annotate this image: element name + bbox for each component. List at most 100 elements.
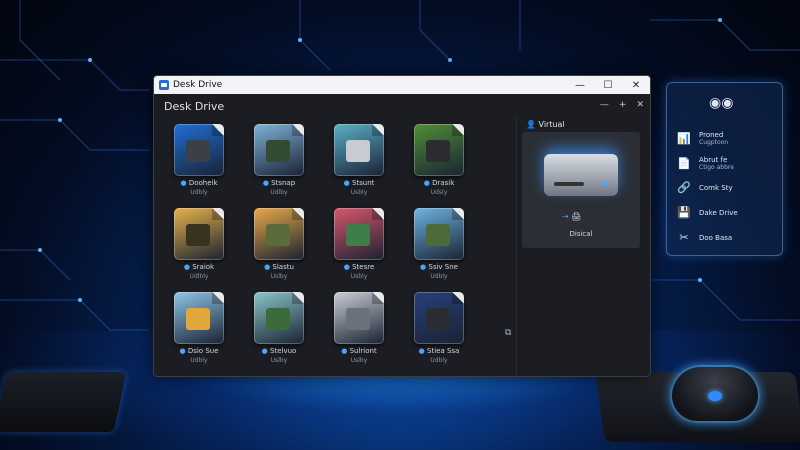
drive-tile-sub: Udbly	[190, 357, 208, 364]
side-item-title: Doo Basa	[699, 233, 733, 242]
side-panel-item[interactable]: 📊 Proned Cugptoon	[677, 131, 728, 146]
drive-tile-sub: Udbly	[190, 189, 208, 196]
drive-tile-label: ● Dooheik	[180, 179, 218, 187]
side-panel-item[interactable]: 💾 Dake Drive	[677, 206, 738, 219]
app-icon	[159, 80, 169, 90]
virtual-drive-icon	[544, 154, 618, 196]
drive-tile-label: ● Stiea Ssa	[418, 347, 460, 355]
panel-close-button[interactable]: ✕	[636, 100, 644, 110]
copy-icon[interactable]: ⧉	[505, 328, 511, 338]
drive-thumbnail-icon	[414, 208, 464, 260]
drive-thumbnail-icon	[334, 124, 384, 176]
thumbnail-object	[346, 308, 370, 330]
drive-thumbnail-icon	[414, 292, 464, 344]
drive-thumbnail-icon	[414, 124, 464, 176]
thumbnail-object	[346, 140, 370, 162]
drive-thumbnail-icon	[334, 292, 384, 344]
panel-minimize-button[interactable]: —	[600, 100, 609, 110]
drive-tile[interactable]: ● Slastu Uslby	[242, 208, 312, 290]
drive-thumbnail-icon	[174, 208, 224, 260]
side-item-title: Proned	[699, 131, 724, 139]
arrow-icon: ⇢	[562, 212, 569, 221]
side-item-sub: Ctigo abbre	[699, 164, 734, 171]
drive-tile[interactable]: ● Sulriont Uslby	[322, 292, 392, 374]
side-item-icon: 🔗	[677, 181, 691, 194]
side-item-icon: 💾	[677, 206, 691, 219]
drive-arrow-row: ⇢ 🖨	[562, 212, 581, 221]
thumbnail-object	[266, 224, 290, 246]
drive-tile-sub: Udlby	[270, 189, 288, 196]
drive-tile-sub: Uslby	[350, 357, 368, 364]
side-panel-item[interactable]: 🔗 Comk Sty	[677, 181, 733, 194]
panel-controls: — + ✕	[600, 100, 644, 110]
drive-slot	[554, 182, 584, 186]
drive-tile-sub: Udlbly	[189, 273, 209, 280]
drive-tile-label: ● Drasik	[423, 179, 455, 187]
drive-tile-label: ● Stelvuo	[261, 347, 297, 355]
side-item-title: Abrut fe	[699, 156, 728, 164]
drive-led	[602, 181, 608, 185]
title-bar: Desk Drive — ☐ ✕	[154, 76, 650, 94]
thumbnail-object	[266, 308, 290, 330]
thumbnail-object	[186, 224, 210, 246]
drive-thumbnail-icon	[334, 208, 384, 260]
drive-tile-label: ● Sulriont	[341, 347, 377, 355]
drive-tile[interactable]: ● Stsnap Udlby	[242, 124, 312, 206]
virtual-section-title: 👤 Virtual	[526, 120, 565, 129]
thumbnail-object	[266, 140, 290, 162]
thumbnail-object	[346, 224, 370, 246]
mouse	[670, 365, 760, 423]
drive-tile-sub: Udsly	[430, 189, 448, 196]
thumbnail-object	[426, 140, 450, 162]
side-item-icon: 📄	[677, 157, 691, 170]
side-item-title: Dake Drive	[699, 208, 738, 217]
headset-logo-icon: ◉◉	[709, 95, 734, 111]
thumbnail-object	[186, 140, 210, 162]
desk-drive-window: Desk Drive — ☐ ✕ Desk Drive — + ✕ ● Dooh…	[153, 75, 651, 377]
thumbnail-object	[186, 308, 210, 330]
drive-tile[interactable]: ● Dsio Sue Udbly	[162, 292, 232, 374]
virtual-drive-label: Disical	[569, 230, 593, 238]
drive-thumbnail-icon	[254, 124, 304, 176]
side-item-sub: Cugptoon	[699, 139, 729, 146]
panel-add-button[interactable]: +	[619, 100, 627, 110]
drive-thumbnail-icon	[254, 292, 304, 344]
drive-tile-label: ● Stsnap	[262, 179, 296, 187]
drive-tile-label: ● Slastu	[264, 263, 294, 271]
drive-tile-sub: Udbly	[430, 357, 448, 364]
drive-tile[interactable]: ● Stsunt Usbly	[322, 124, 392, 206]
drive-tile[interactable]: ● Stelvuo Uslby	[242, 292, 312, 374]
drive-grid: ● Dooheik Udbly ● Stsnap Udlby ● Stsunt Usbly…	[162, 124, 512, 374]
thumbnail-object	[426, 224, 450, 246]
drive-tile[interactable]: ● Stiea Ssa Udbly	[402, 292, 472, 374]
drive-tile-sub: Uslby	[270, 273, 288, 280]
app-header: Desk Drive	[154, 94, 650, 118]
drive-tile-sub: Usbly	[350, 189, 368, 196]
drive-tile[interactable]: ● Drasik Udsly	[402, 124, 472, 206]
side-panel-item[interactable]: ✂ Doo Basa	[677, 231, 732, 244]
drive-tile-label: ● Ssiv Sne	[420, 263, 458, 271]
window-body: — + ✕ ● Dooheik Udbly ● Stsnap Udlby ● Stsun…	[154, 100, 650, 376]
drive-tile-sub: Usbly	[350, 273, 368, 280]
minimize-button[interactable]: —	[566, 80, 594, 91]
side-panel-item[interactable]: 📄 Abrut fe Ctigo abbre	[677, 156, 734, 171]
side-item-title: Comk Sty	[699, 183, 733, 192]
drive-tile[interactable]: ● Dooheik Udbly	[162, 124, 232, 206]
drive-thumbnail-icon	[254, 208, 304, 260]
drive-tile-label: ● Dsio Sue	[179, 347, 219, 355]
close-button[interactable]: ✕	[622, 80, 650, 91]
printer-icon: 🖨	[571, 212, 582, 221]
maximize-button[interactable]: ☐	[594, 80, 622, 91]
mouse-logo	[708, 391, 722, 401]
drive-tile-label: ● Sraiok	[183, 263, 215, 271]
virtual-title-text: Virtual	[538, 120, 565, 129]
desk-device-left	[0, 372, 127, 432]
drive-tile[interactable]: ● Ssiv Sne Udbly	[402, 208, 472, 290]
side-item-icon: ✂	[679, 231, 689, 244]
virtual-drive-card[interactable]: ⇢ 🖨 Disical	[522, 132, 640, 248]
drive-tile[interactable]: ● Sraiok Udlbly	[162, 208, 232, 290]
drive-tile[interactable]: ● Stesre Usbly	[322, 208, 392, 290]
user-icon: 👤	[526, 120, 536, 129]
drive-tile-label: ● Stsunt	[343, 179, 375, 187]
side-item-icon: 📊	[677, 132, 691, 145]
